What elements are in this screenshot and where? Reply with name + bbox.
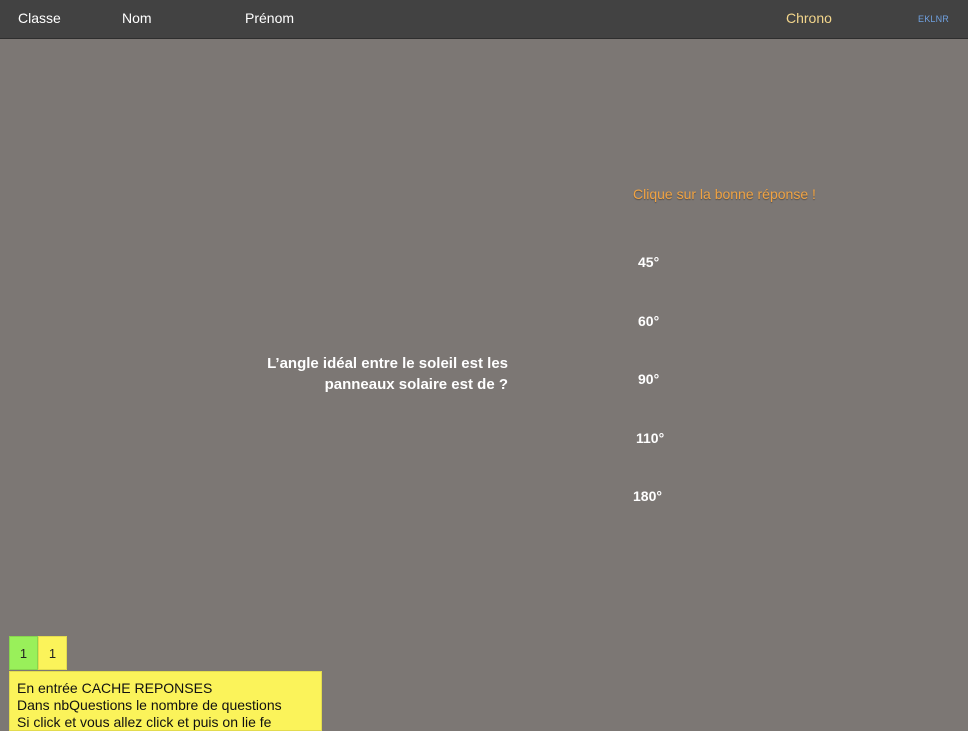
answer-option-60[interactable]: 60° — [638, 313, 659, 329]
question-text: L’angle idéal entre le soleil est les pa… — [200, 353, 508, 395]
classe-field[interactable]: Classe — [18, 10, 61, 26]
top-bar: Classe Nom Prénom Chrono EKLNR — [0, 0, 968, 39]
question-line-1: L’angle idéal entre le soleil est les — [267, 355, 508, 372]
brand-link[interactable]: EKLNR — [918, 14, 949, 24]
score-total-badge: 1 — [38, 636, 67, 670]
answer-option-180[interactable]: 180° — [633, 488, 662, 504]
chrono-timer[interactable]: Chrono — [786, 10, 832, 26]
nom-field[interactable]: Nom — [122, 10, 152, 26]
answer-option-90[interactable]: 90° — [638, 371, 659, 387]
instruction-text: Clique sur la bonne réponse ! — [633, 186, 816, 202]
info-line-3: Si click et vous allez click et puis on … — [17, 714, 272, 730]
info-line-2: Dans nbQuestions le nombre de questions — [17, 697, 282, 713]
prenom-field[interactable]: Prénom — [245, 10, 294, 26]
answer-option-110[interactable]: 110° — [636, 430, 664, 446]
info-panel: En entrée CACHE REPONSES Dans nbQuestion… — [9, 671, 322, 731]
answer-option-45[interactable]: 45° — [638, 254, 659, 270]
score-correct-badge: 1 — [9, 636, 38, 670]
info-line-1: En entrée CACHE REPONSES — [17, 680, 213, 696]
question-line-2: panneaux solaire est de ? — [324, 376, 508, 393]
